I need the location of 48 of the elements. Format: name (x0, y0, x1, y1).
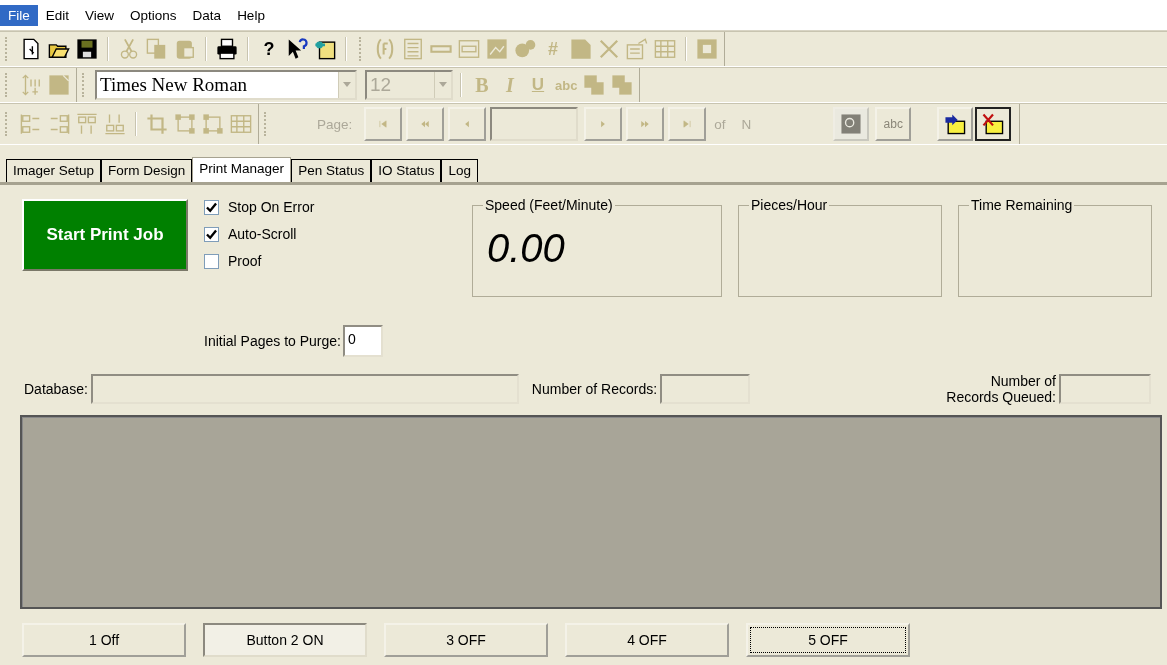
database-label: Database: (24, 381, 88, 398)
toolbar-button[interactable]: ? (258, 38, 280, 60)
folder-delete-icon[interactable] (975, 107, 1012, 141)
note-icon[interactable] (314, 38, 336, 60)
checkbox[interactable] (204, 199, 219, 215)
toggle-button[interactable]: 3 OFF (384, 623, 548, 658)
checkbox-label: Proof (228, 253, 262, 269)
toggle-button[interactable]: 1 Off (22, 623, 186, 658)
tab[interactable]: Form Design (101, 159, 193, 182)
menu-item[interactable]: View (77, 4, 123, 26)
folder-import-icon[interactable] (937, 107, 974, 141)
gauge-title: Speed (Feet/Minute) (483, 197, 615, 213)
menu-item[interactable]: Help (229, 4, 273, 26)
gauge-value: 0.00 (487, 226, 565, 271)
pointer-icon[interactable] (286, 38, 308, 60)
queued-field[interactable] (1059, 374, 1151, 405)
checkbox-label: Auto-Scroll (228, 226, 297, 242)
of-label: of (714, 116, 726, 132)
toggle-button[interactable]: 4 OFF (565, 623, 729, 658)
menu-item[interactable]: File (0, 4, 38, 26)
database-field[interactable] (90, 374, 519, 405)
records-field[interactable] (660, 374, 751, 405)
menu-item[interactable]: Data (184, 4, 230, 26)
tab[interactable]: IO Status (371, 159, 442, 182)
printer-icon[interactable] (216, 38, 238, 60)
gauge-title: Time Remaining (969, 197, 1075, 213)
start-print-job-button[interactable]: Start Print Job (22, 199, 188, 271)
font-dropdown[interactable]: Times New Roman (95, 70, 357, 100)
toggle-button[interactable]: 5 OFF (746, 623, 910, 658)
menu-item[interactable]: Options (122, 4, 185, 26)
page-label: Page: (317, 116, 353, 132)
tab[interactable]: Log (441, 159, 478, 182)
menu-item[interactable]: Edit (37, 4, 78, 26)
page-total: N (741, 116, 752, 132)
checkbox[interactable] (204, 253, 219, 269)
tab[interactable]: Print Manager (192, 157, 292, 182)
new-document-icon[interactable] (20, 38, 42, 60)
checkbox[interactable] (204, 226, 219, 242)
purge-field[interactable]: 0 (343, 325, 383, 357)
page-number-field[interactable] (490, 107, 579, 141)
checkbox-label: Stop On Error (228, 199, 315, 215)
toggle-button[interactable]: Button 2 ON (203, 623, 367, 658)
gauge-title: Pieces/Hour (749, 197, 830, 213)
tab[interactable]: Pen Status (291, 159, 372, 182)
records-label: Number of Records: (531, 381, 658, 398)
tab[interactable]: Imager Setup (6, 159, 102, 182)
purge-label: Initial Pages to Purge: (204, 333, 341, 349)
queued-label: Number of Records Queued: (946, 373, 1056, 406)
